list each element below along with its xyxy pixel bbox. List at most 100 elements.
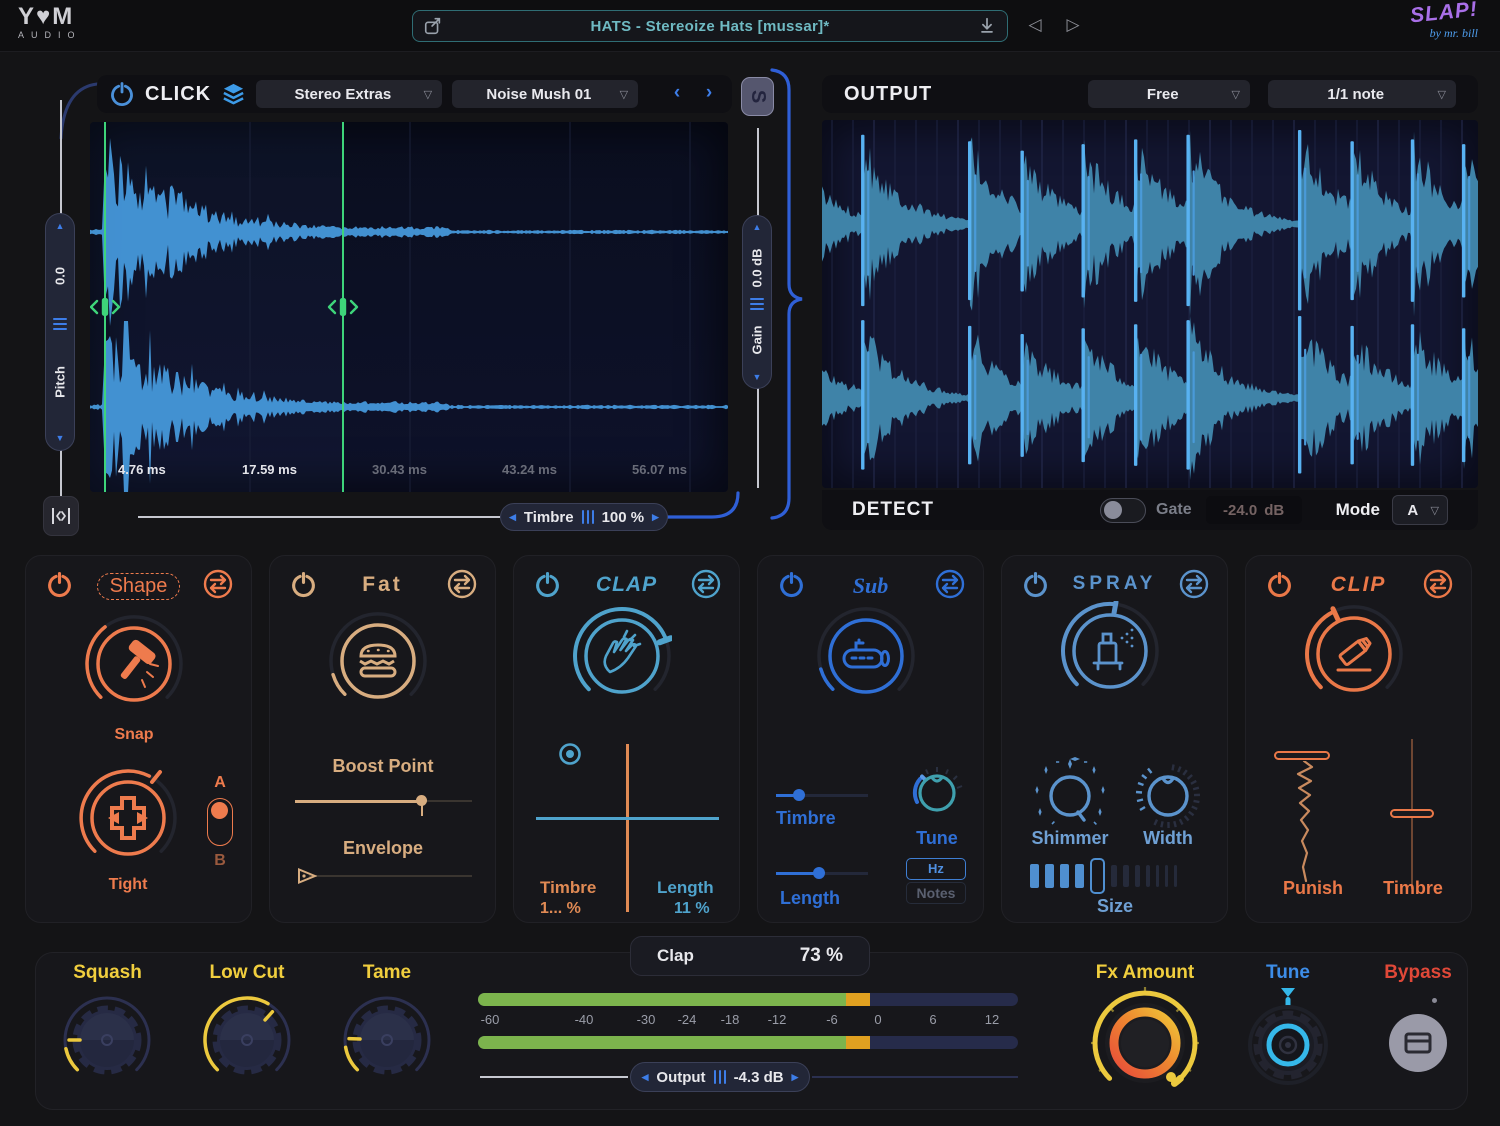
clap-pad-x-axis[interactable] <box>626 744 629 912</box>
clip-ab-compare-icon[interactable] <box>1423 569 1453 599</box>
timbre-grip[interactable] <box>582 510 594 524</box>
preset-next-button[interactable]: ▷ <box>1060 15 1086 39</box>
shape-power-button[interactable] <box>46 571 73 598</box>
save-download-icon[interactable] <box>977 16 997 36</box>
clap-knob[interactable] <box>572 606 672 706</box>
sample-prev-button[interactable]: ‹ <box>666 82 688 106</box>
output-meter-left <box>478 993 1018 1006</box>
output-slider-track-right[interactable] <box>812 1076 1018 1078</box>
zoom-fit-button[interactable] <box>43 496 79 536</box>
ab-toggle-a-label[interactable]: A <box>206 774 234 792</box>
mode-dropdown[interactable]: A ▽ <box>1392 495 1448 525</box>
gate-toggle[interactable] <box>1100 498 1146 523</box>
ab-toggle-knob[interactable] <box>211 802 228 819</box>
increment-icon[interactable]: ▸ <box>792 1069 799 1085</box>
boost-point-slider[interactable] <box>295 794 472 808</box>
clip-timbre-handle[interactable] <box>1390 809 1434 818</box>
pitch-down-icon[interactable]: ▼ <box>46 433 74 443</box>
clap-power-button[interactable] <box>534 571 561 598</box>
click-power-button[interactable] <box>109 81 135 107</box>
notes-option[interactable]: Notes <box>906 882 966 904</box>
snap-knob[interactable] <box>84 614 184 714</box>
sub-length-handle[interactable] <box>813 867 825 879</box>
envelope-handle[interactable] <box>295 868 317 884</box>
click-waveform-display[interactable]: 4.76 ms 17.59 ms 30.43 ms 43.24 ms 56.07… <box>90 122 728 492</box>
spray-size-handle[interactable] <box>1090 858 1105 894</box>
spray-size-bar[interactable] <box>1030 856 1202 896</box>
gate-threshold-value: -24.0 <box>1223 502 1257 519</box>
low-cut-knob[interactable] <box>201 994 293 1086</box>
sub-knob[interactable] <box>816 606 916 706</box>
gain-down-icon[interactable]: ▼ <box>743 372 771 382</box>
sub-ab-compare-icon[interactable] <box>935 569 965 599</box>
punish-slider[interactable] <box>1274 751 1334 891</box>
spray-can-icon <box>1094 634 1122 669</box>
clap-pad-y-axis[interactable] <box>536 817 719 820</box>
gate-toggle-knob[interactable] <box>1104 501 1122 519</box>
bypass-button[interactable] <box>1389 1014 1447 1072</box>
fat-knob[interactable] <box>328 611 428 711</box>
master-output-slider[interactable]: ◂ Output -4.3 dB ▸ <box>630 1062 810 1092</box>
tame-knob[interactable] <box>341 994 433 1086</box>
slap-logo: SLAP! by mr. bill <box>1410 4 1478 42</box>
decrement-icon[interactable]: ◂ <box>509 509 516 525</box>
spray-shimmer-knob[interactable] <box>1032 756 1108 832</box>
preset-name[interactable]: HATS - Stereoize Hats [mussar]* <box>443 18 977 35</box>
gain-slider[interactable]: ▲ 0.0 dB Gain ▼ <box>742 215 772 389</box>
decrement-icon[interactable]: ◂ <box>642 1069 649 1085</box>
sub-power-button[interactable] <box>778 571 805 598</box>
shape-ab-compare-icon[interactable] <box>203 569 233 599</box>
pitch-grip[interactable] <box>53 318 67 330</box>
envelope-slider[interactable] <box>295 868 472 884</box>
click-library-dropdown[interactable]: Stereo Extras ▽ <box>256 80 442 108</box>
shape-ab-toggle[interactable]: A B <box>206 774 234 870</box>
output-note-dropdown[interactable]: 1/1 note ▽ <box>1268 80 1456 108</box>
ab-toggle-b-label[interactable]: B <box>206 852 234 870</box>
increment-icon[interactable]: ▸ <box>652 509 659 525</box>
timbre-label: Timbre <box>524 509 574 526</box>
share-icon[interactable] <box>423 16 443 36</box>
fx-amount-knob[interactable] <box>1087 985 1203 1101</box>
clip-knob[interactable] <box>1304 604 1404 704</box>
gate-threshold-box[interactable]: -24.0 dB <box>1206 496 1302 524</box>
sample-next-button[interactable]: › <box>698 82 720 106</box>
pitch-up-icon[interactable]: ▲ <box>46 221 74 231</box>
ab-toggle-track[interactable] <box>207 798 233 846</box>
gain-up-icon[interactable]: ▲ <box>743 222 771 232</box>
clap-ab-compare-icon[interactable] <box>691 569 721 599</box>
click-solo-button[interactable]: S <box>741 77 774 116</box>
sub-timbre-handle[interactable] <box>793 789 805 801</box>
click-sample-dropdown[interactable]: Noise Mush 01 ▽ <box>452 80 638 108</box>
fat-ab-compare-icon[interactable] <box>447 569 477 599</box>
click-waveform[interactable] <box>90 122 728 492</box>
spray-knob[interactable] <box>1060 601 1160 701</box>
spray-width-knob[interactable] <box>1130 756 1206 832</box>
gain-grip[interactable] <box>750 298 764 310</box>
output-rate-dropdown[interactable]: Free ▽ <box>1088 80 1250 108</box>
spray-power-button[interactable] <box>1022 571 1049 598</box>
clip-timbre-slider[interactable] <box>1384 751 1440 891</box>
sub-timbre-slider[interactable] <box>776 788 868 802</box>
sub-length-slider[interactable] <box>776 866 868 880</box>
pitch-slider[interactable]: ▲ 0.0 Pitch ▼ <box>45 213 75 451</box>
fat-power-button[interactable] <box>290 571 317 598</box>
output-slider-track-left[interactable] <box>480 1076 628 1078</box>
preset-prev-button[interactable]: ◁ <box>1022 15 1048 39</box>
master-tune-knob[interactable] <box>1244 988 1332 1090</box>
squash-knob[interactable] <box>61 994 153 1086</box>
yum-audio-logo: Y♥M AUDIO <box>18 5 82 40</box>
tight-knob[interactable] <box>78 768 178 868</box>
punish-handle[interactable] <box>1274 751 1330 760</box>
output-waveform-display[interactable] <box>822 120 1478 488</box>
layers-icon[interactable] <box>221 82 246 106</box>
sub-unit-toggle[interactable]: Hz Notes <box>906 858 966 904</box>
click-timbre-slider[interactable]: ◂ Timbre 100 % ▸ <box>500 503 668 531</box>
clip-power-button[interactable] <box>1266 571 1293 598</box>
sub-tune-knob[interactable] <box>908 764 966 822</box>
spray-ab-compare-icon[interactable] <box>1179 569 1209 599</box>
marker-pen-icon <box>1338 636 1372 670</box>
timbre-slider-track[interactable] <box>138 516 500 518</box>
preset-bar[interactable]: HATS - Stereoize Hats [mussar]* <box>412 10 1008 42</box>
hz-option[interactable]: Hz <box>906 858 966 880</box>
output-grip[interactable] <box>714 1070 726 1084</box>
